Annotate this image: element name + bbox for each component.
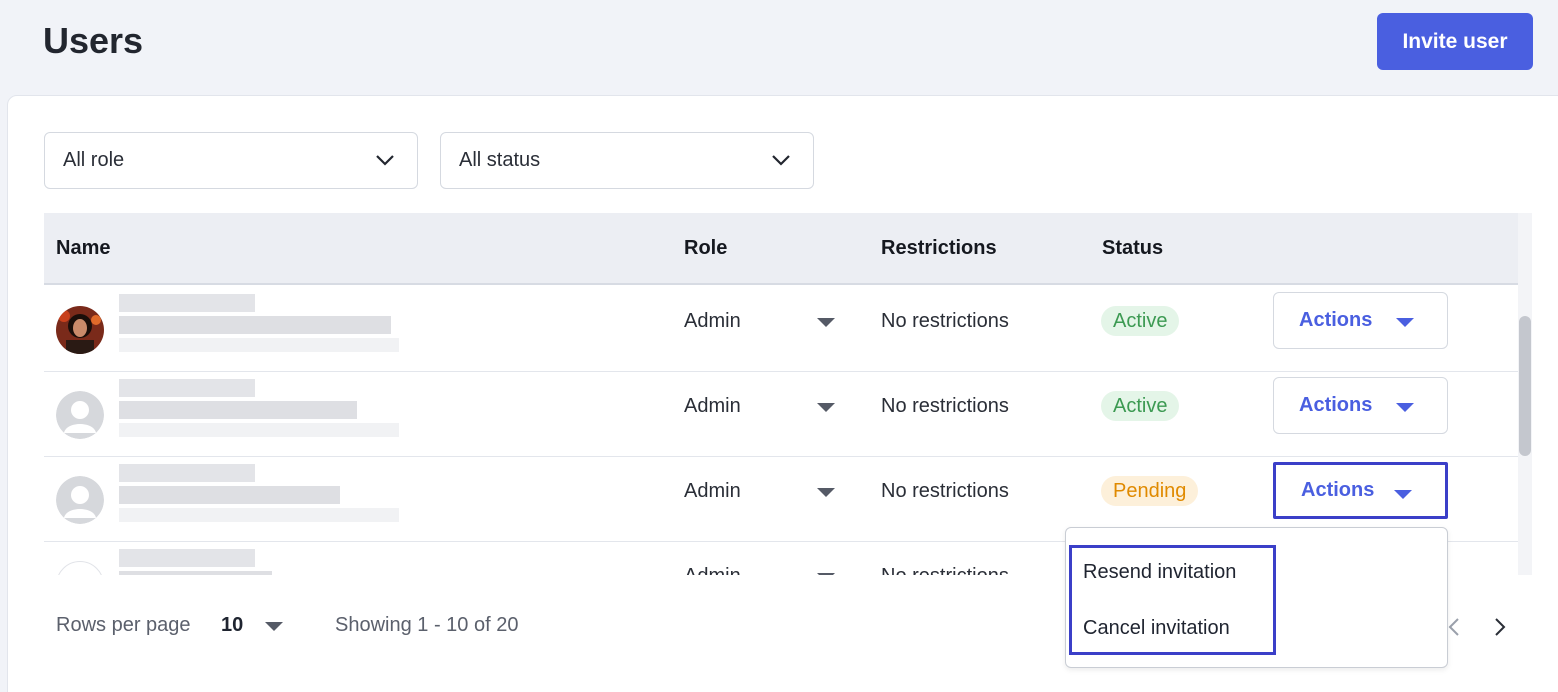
- chevron-right-icon[interactable]: [1493, 617, 1507, 637]
- actions-label: Actions: [1299, 309, 1373, 331]
- role-dropdown-caret-icon[interactable]: [817, 488, 835, 497]
- column-header-status: Status: [1102, 237, 1164, 259]
- page-title: Users: [43, 20, 144, 61]
- status-badge: Active: [1101, 306, 1180, 336]
- users-table: Name Role Restrictions Status Admin No r…: [44, 213, 1518, 575]
- rows-per-page-select[interactable]: 10: [221, 614, 243, 637]
- role-filter-select[interactable]: All role: [44, 132, 418, 189]
- table-scrollbar-thumb[interactable]: [1519, 316, 1531, 456]
- invite-user-button[interactable]: Invite user: [1377, 13, 1533, 70]
- table-row: Admin No restrictions Active Actions: [44, 287, 1518, 372]
- redacted-user-info: [119, 294, 399, 352]
- role-value: Admin: [684, 565, 741, 575]
- restrictions-value: No restrictions: [881, 565, 1009, 575]
- rows-per-page-label: Rows per page: [56, 614, 191, 636]
- pagination-summary: Showing 1 - 10 of 20: [335, 614, 519, 636]
- role-dropdown-caret-icon[interactable]: [817, 573, 835, 575]
- table-header: Name Role Restrictions Status: [44, 213, 1518, 285]
- avatar: [56, 391, 104, 439]
- resend-invitation-menu-item[interactable]: Resend invitation: [1083, 561, 1236, 584]
- chevron-down-icon: [772, 155, 790, 166]
- restrictions-value: No restrictions: [881, 480, 1009, 502]
- redacted-user-info: [119, 379, 399, 437]
- caret-down-icon[interactable]: [265, 622, 283, 631]
- role-filter-value: All role: [63, 149, 125, 171]
- cancel-invitation-menu-item[interactable]: Cancel invitation: [1083, 617, 1230, 640]
- restrictions-value: No restrictions: [881, 395, 1009, 417]
- status-badge: Active: [1101, 391, 1180, 421]
- actions-label: Actions: [1301, 479, 1375, 501]
- actions-button[interactable]: Actions: [1273, 377, 1448, 434]
- column-header-name: Name: [56, 237, 111, 259]
- role-value: Admin: [684, 480, 741, 502]
- status-filter-value: All status: [459, 149, 541, 171]
- caret-down-icon: [1396, 318, 1414, 327]
- avatar: [56, 476, 104, 524]
- avatar: [56, 306, 104, 354]
- redacted-user-info: [119, 549, 272, 575]
- status-filter-select[interactable]: All status: [440, 132, 814, 189]
- actions-button[interactable]: Actions: [1273, 292, 1448, 349]
- actions-label: Actions: [1299, 394, 1373, 416]
- chevron-left-icon[interactable]: [1447, 617, 1461, 637]
- actions-button[interactable]: Actions: [1273, 462, 1448, 519]
- role-value: Admin: [684, 395, 741, 417]
- column-header-restrictions: Restrictions: [881, 237, 997, 259]
- caret-down-icon: [1396, 403, 1414, 412]
- column-header-role: Role: [684, 237, 728, 259]
- caret-down-icon: [1394, 490, 1412, 499]
- table-row: Admin No restrictions Active Actions: [44, 372, 1518, 457]
- chevron-down-icon: [376, 155, 394, 166]
- role-value: Admin: [684, 310, 741, 332]
- avatar: [56, 561, 104, 575]
- status-badge: Pending: [1101, 476, 1199, 506]
- role-dropdown-caret-icon[interactable]: [817, 318, 835, 327]
- redacted-user-info: [119, 464, 399, 522]
- restrictions-value: No restrictions: [881, 310, 1009, 332]
- role-dropdown-caret-icon[interactable]: [817, 403, 835, 412]
